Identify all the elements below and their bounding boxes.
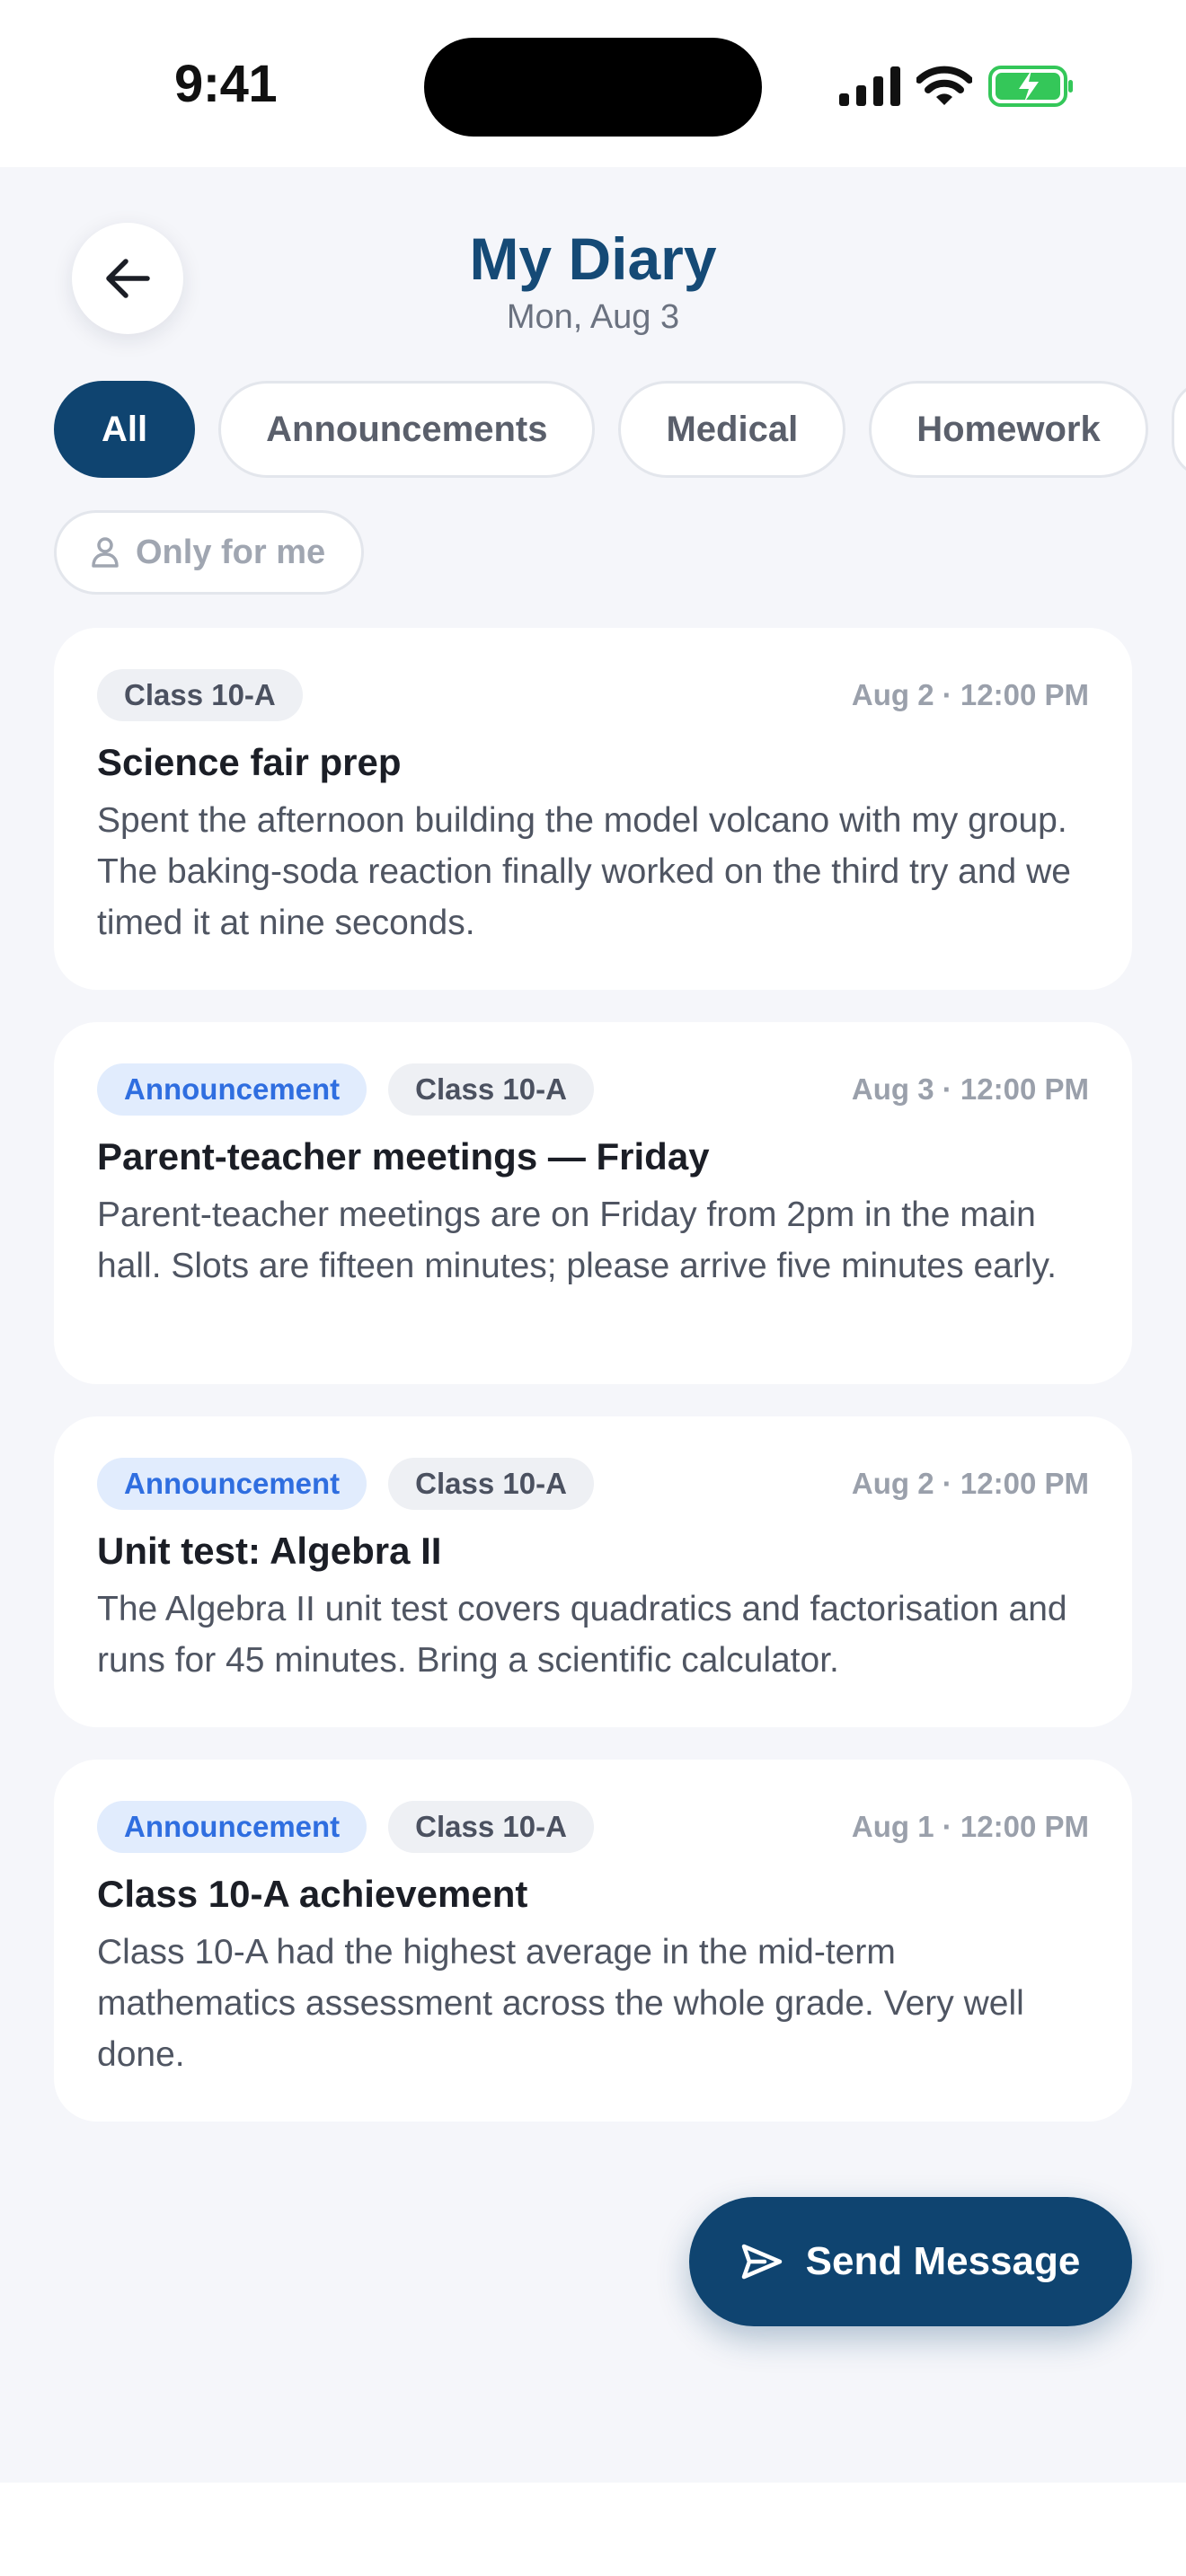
filter-chip-announcements[interactable]: Announcements	[218, 381, 596, 478]
battery-charging-icon	[988, 66, 1073, 107]
only-for-me-toggle[interactable]: Only for me	[54, 510, 365, 595]
card-header: Announcement Class 10-A Aug 2 · 12:00 PM	[97, 1458, 1089, 1510]
class-tag: Class 10-A	[97, 669, 303, 721]
class-tag: Class 10-A	[388, 1801, 594, 1853]
card-header: Class 10-A Aug 2 · 12:00 PM	[97, 669, 1089, 721]
entry-body: Spent the afternoon building the model v…	[97, 801, 1071, 942]
only-for-me-label: Only for me	[136, 533, 326, 571]
status-bar: 9:41	[0, 0, 1186, 167]
entry-title: Unit test: Algebra II	[97, 1530, 442, 1572]
send-message-label: Send Message	[805, 2239, 1081, 2283]
card-header: Announcement Class 10-A Aug 3 · 12:00 PM	[97, 1063, 1089, 1116]
page-date: Mon, Aug 3	[506, 298, 680, 336]
wifi-icon	[916, 66, 972, 105]
announcement-tag: Announcement	[97, 1458, 367, 1510]
diary-entry-card[interactable]: Announcement Class 10-A Aug 1 · 12:00 PM…	[54, 1760, 1132, 2122]
send-message-button[interactable]: Send Message	[689, 2197, 1132, 2326]
entry-title: Science fair prep	[97, 741, 402, 783]
card-header: Announcement Class 10-A Aug 1 · 12:00 PM	[97, 1801, 1089, 1853]
diary-entry-card[interactable]: Announcement Class 10-A Aug 3 · 12:00 PM…	[54, 1022, 1132, 1384]
entry-body: Parent-teacher meetings are on Friday fr…	[97, 1195, 1057, 1285]
filter-chip-more[interactable]	[1171, 381, 1186, 478]
status-icons	[839, 63, 1075, 110]
class-tag: Class 10-A	[388, 1458, 594, 1510]
status-time: 9:41	[174, 55, 278, 113]
bottom-safe-area	[0, 2483, 1186, 2576]
page-title: My Diary	[469, 225, 717, 292]
announcement-tag: Announcement	[97, 1063, 367, 1116]
entry-title: Class 10-A achievement	[97, 1873, 528, 1915]
diary-entry-card[interactable]: Class 10-A Aug 2 · 12:00 PM Science fair…	[54, 628, 1132, 990]
dynamic-island	[424, 38, 762, 137]
filter-chip-homework[interactable]: Homework	[869, 381, 1148, 478]
send-icon	[741, 2244, 782, 2280]
announcement-tag: Announcement	[97, 1801, 367, 1853]
diary-screen: My Diary Mon, Aug 3 All Announcements Me…	[0, 167, 1186, 2483]
entry-timestamp: Aug 3 · 12:00 PM	[851, 1072, 1089, 1106]
entry-timestamp: Aug 2 · 12:00 PM	[851, 678, 1089, 711]
entry-title: Parent-teacher meetings — Friday	[97, 1135, 710, 1178]
entry-body: The Algebra II unit test covers quadrati…	[97, 1590, 1067, 1680]
entry-timestamp: Aug 1 · 12:00 PM	[851, 1810, 1089, 1843]
person-icon	[92, 537, 119, 568]
class-tag: Class 10-A	[388, 1063, 594, 1116]
diary-entry-card[interactable]: Announcement Class 10-A Aug 2 · 12:00 PM…	[54, 1416, 1132, 1727]
filter-chip-medical[interactable]: Medical	[618, 381, 846, 478]
filter-chip-all[interactable]: All	[54, 381, 196, 478]
cellular-signal-icon	[839, 66, 900, 106]
entry-timestamp: Aug 2 · 12:00 PM	[851, 1467, 1089, 1500]
filter-chips: All Announcements Medical Homework	[54, 381, 1186, 478]
entry-body: Class 10-A had the highest average in th…	[97, 1933, 1024, 2074]
